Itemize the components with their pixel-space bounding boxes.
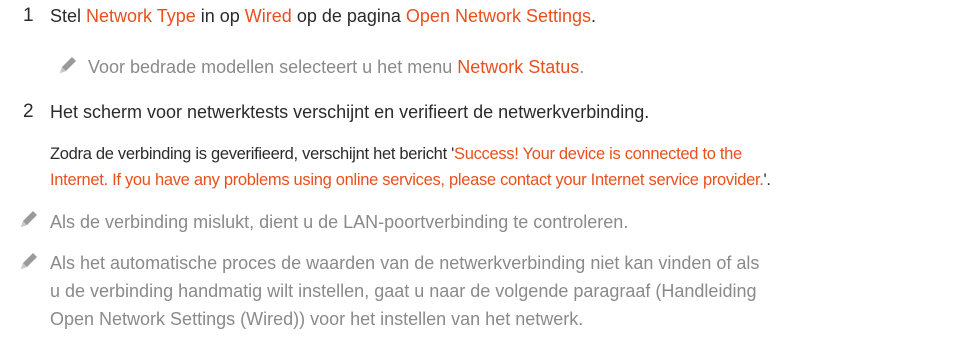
- note-manual-setup-line-2: u de verbinding handmatig wilt instellen…: [50, 281, 757, 301]
- step-1-note-text-b: .: [579, 57, 585, 77]
- pencil-icon: [60, 57, 76, 73]
- step-1-text-b: in op: [195, 6, 245, 26]
- network-status-highlight: Network Status: [457, 57, 580, 77]
- pencil-icon: [21, 253, 37, 269]
- note-lan-port: Als de verbinding mislukt, dient u de LA…: [50, 212, 629, 232]
- step-1-text-d: .: [591, 6, 597, 26]
- step-1-note: Voor bedrade modellen selecteert u het m…: [88, 55, 584, 79]
- success-message-highlight-line-1: Success! Your device is connected to the: [453, 145, 742, 163]
- step-2-message-text-a: Zodra de verbinding is geverifieerd, ver…: [50, 145, 454, 163]
- network-type-highlight: Network Type: [86, 6, 196, 26]
- pencil-icon: [21, 211, 37, 227]
- step-1-text: Stel Network Type in op Wired op de pagi…: [50, 4, 596, 28]
- step-1-text-a: Stel: [50, 6, 87, 26]
- note-manual-setup-line-1: Als het automatische proces de waarden v…: [50, 253, 760, 273]
- note-manual-setup-line-3: Open Network Settings (Wired)) voor het …: [50, 309, 584, 329]
- wired-highlight: Wired: [244, 6, 292, 26]
- success-message-highlight-line-2: Internet. If you have any problems using…: [50, 171, 764, 189]
- step-number-2: 2: [23, 101, 34, 122]
- step-2-message-text-b: '.: [763, 171, 771, 189]
- step-1-note-text-a: Voor bedrade modellen selecteert u het m…: [88, 57, 458, 77]
- step-1-text-c: op de pagina: [291, 6, 406, 26]
- step-2-text: Het scherm voor netwerktests verschijnt …: [50, 102, 650, 122]
- step-number-1: 1: [23, 5, 34, 26]
- step-2-message-line-1: Zodra de verbinding is geverifieerd, ver…: [50, 142, 742, 166]
- open-network-settings-highlight: Open Network Settings: [405, 6, 592, 26]
- step-2-message-line-2: Internet. If you have any problems using…: [50, 168, 771, 192]
